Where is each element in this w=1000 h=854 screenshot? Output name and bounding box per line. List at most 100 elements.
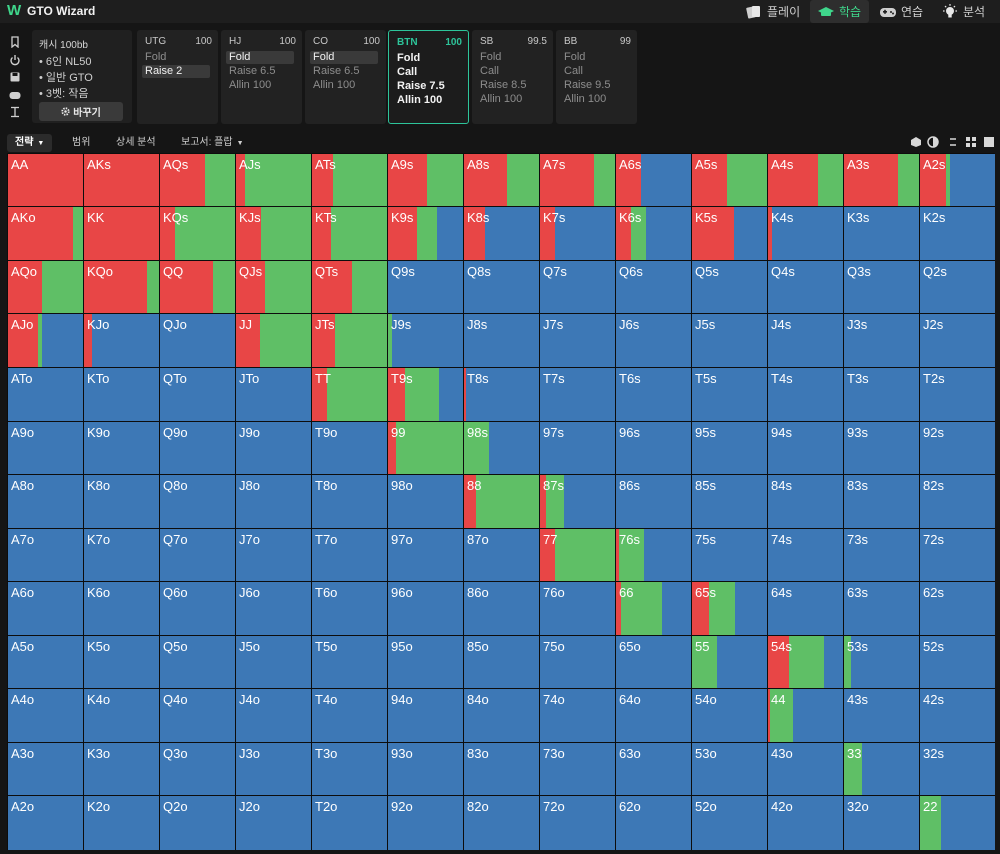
hand-cell[interactable]: 64o (616, 689, 691, 742)
hand-cell[interactable]: 82s (920, 475, 995, 528)
hand-cell[interactable]: K5o (84, 636, 159, 688)
hand-cell[interactable]: AKo (8, 207, 83, 260)
hand-cell[interactable]: 52o (692, 796, 767, 850)
hand-cell[interactable]: KQs (160, 207, 235, 260)
hand-cell[interactable]: 74s (768, 529, 843, 581)
action-option[interactable]: Allin 100 (480, 93, 522, 106)
position-card-utg[interactable]: UTG 100 Fold Raise 2 (137, 30, 218, 124)
hand-cell[interactable]: A9s (388, 154, 463, 206)
hand-cell[interactable]: AJo (8, 314, 83, 367)
hand-cell[interactable]: Q3s (844, 261, 919, 313)
hand-cell[interactable]: JTs (312, 314, 387, 367)
hand-cell[interactable]: A3o (8, 743, 83, 795)
save-icon[interactable] (9, 71, 21, 83)
bookmark-icon[interactable] (9, 36, 21, 48)
hand-cell[interactable]: T2s (920, 368, 995, 421)
hand-cell[interactable]: AKs (84, 154, 159, 206)
hand-cell[interactable]: J7o (236, 529, 311, 581)
hand-cell[interactable]: 72s (920, 529, 995, 581)
action-option[interactable]: Fold (226, 51, 294, 64)
hand-cell[interactable]: Q8s (464, 261, 539, 313)
hand-cell[interactable]: Q5s (692, 261, 767, 313)
hand-cell[interactable]: 74o (540, 689, 615, 742)
hand-cell[interactable]: 85o (464, 636, 539, 688)
hand-cell[interactable]: K4s (768, 207, 843, 260)
hand-cell[interactable]: A4s (768, 154, 843, 206)
hand-cell[interactable]: QJo (160, 314, 235, 367)
hand-cell[interactable]: J7s (540, 314, 615, 367)
hand-cell[interactable]: 98o (388, 475, 463, 528)
hand-cell[interactable]: A5o (8, 636, 83, 688)
hand-cell[interactable]: K7o (84, 529, 159, 581)
hand-cell[interactable]: JTo (236, 368, 311, 421)
hand-cell[interactable]: A9o (8, 422, 83, 474)
hand-cell[interactable]: 86o (464, 582, 539, 635)
hand-cell[interactable]: K4o (84, 689, 159, 742)
hand-cell[interactable]: Q8o (160, 475, 235, 528)
hand-cell[interactable]: A8s (464, 154, 539, 206)
position-card-hj[interactable]: HJ 100 Fold Raise 6.5 Allin 100 (221, 30, 302, 124)
hand-cell[interactable]: KQo (84, 261, 159, 313)
tab-breakdown[interactable]: 상세 분석 (108, 134, 164, 152)
hand-cell[interactable]: J5s (692, 314, 767, 367)
hand-cell[interactable]: T5o (312, 636, 387, 688)
hand-cell[interactable]: 85s (692, 475, 767, 528)
hand-cell[interactable]: Q6s (616, 261, 691, 313)
power-icon[interactable] (9, 54, 21, 66)
hand-cell[interactable]: Q5o (160, 636, 235, 688)
hand-cell[interactable]: J8s (464, 314, 539, 367)
hand-cell[interactable]: 84s (768, 475, 843, 528)
hand-cell[interactable]: 75o (540, 636, 615, 688)
hand-cell[interactable]: T3o (312, 743, 387, 795)
hand-cell[interactable]: 96o (388, 582, 463, 635)
tab-report-flop[interactable]: 보고서: 플랍 ▼ (173, 134, 252, 152)
hand-cell[interactable]: J4o (236, 689, 311, 742)
hand-cell[interactable]: 82o (464, 796, 539, 850)
position-card-co[interactable]: CO 100 Fold Raise 6.5 Allin 100 (305, 30, 386, 124)
hand-cell[interactable]: J6s (616, 314, 691, 367)
hand-cell[interactable]: T9s (388, 368, 463, 421)
action-option[interactable]: Allin 100 (564, 93, 606, 106)
hand-cell[interactable]: 43s (844, 689, 919, 742)
hand-cell[interactable]: T7o (312, 529, 387, 581)
hand-cell[interactable]: 83o (464, 743, 539, 795)
hand-cell[interactable]: A7s (540, 154, 615, 206)
action-option[interactable]: Fold (397, 52, 420, 65)
hand-cell[interactable]: 66 (616, 582, 691, 635)
hand-cell[interactable]: KK (84, 207, 159, 260)
action-option[interactable]: Allin 100 (397, 94, 442, 107)
hand-cell[interactable]: 32o (844, 796, 919, 850)
hand-cell[interactable]: T5s (692, 368, 767, 421)
hand-cell[interactable]: J2o (236, 796, 311, 850)
hand-cell[interactable]: T9o (312, 422, 387, 474)
hand-cell[interactable]: J3o (236, 743, 311, 795)
hand-cell[interactable]: 99 (388, 422, 463, 474)
hand-cell[interactable]: 87s (540, 475, 615, 528)
hand-cell[interactable]: KTs (312, 207, 387, 260)
hand-cell[interactable]: Q4s (768, 261, 843, 313)
hand-cell[interactable]: K8s (464, 207, 539, 260)
hand-cell[interactable]: 53s (844, 636, 919, 688)
hand-cell[interactable]: 86s (616, 475, 691, 528)
hand-cell[interactable]: J4s (768, 314, 843, 367)
action-option[interactable]: Allin 100 (229, 79, 271, 92)
hand-cell[interactable]: 84o (464, 689, 539, 742)
hand-cell[interactable]: T8s (464, 368, 539, 421)
hand-cell[interactable]: K5s (692, 207, 767, 260)
hand-cell[interactable]: 92s (920, 422, 995, 474)
position-card-bb[interactable]: BB 99 Fold Call Raise 9.5 Allin 100 (556, 30, 637, 124)
hand-cell[interactable]: 65o (616, 636, 691, 688)
position-card-sb[interactable]: SB 99.5 Fold Call Raise 8.5 Allin 100 (472, 30, 553, 124)
action-option[interactable]: Raise 2 (142, 65, 210, 78)
hand-cell[interactable]: JJ (236, 314, 311, 367)
hand-cell[interactable]: A5s (692, 154, 767, 206)
action-option[interactable]: Call (564, 65, 583, 78)
hand-cell[interactable]: Q7o (160, 529, 235, 581)
hand-cell[interactable]: 97s (540, 422, 615, 474)
action-option[interactable]: Fold (310, 51, 378, 64)
hand-cell[interactable]: J3s (844, 314, 919, 367)
nav-learn[interactable]: 학습 (810, 0, 870, 23)
text-cursor-icon[interactable] (9, 106, 21, 118)
hand-cell[interactable]: 43o (768, 743, 843, 795)
hand-cell[interactable]: 76o (540, 582, 615, 635)
